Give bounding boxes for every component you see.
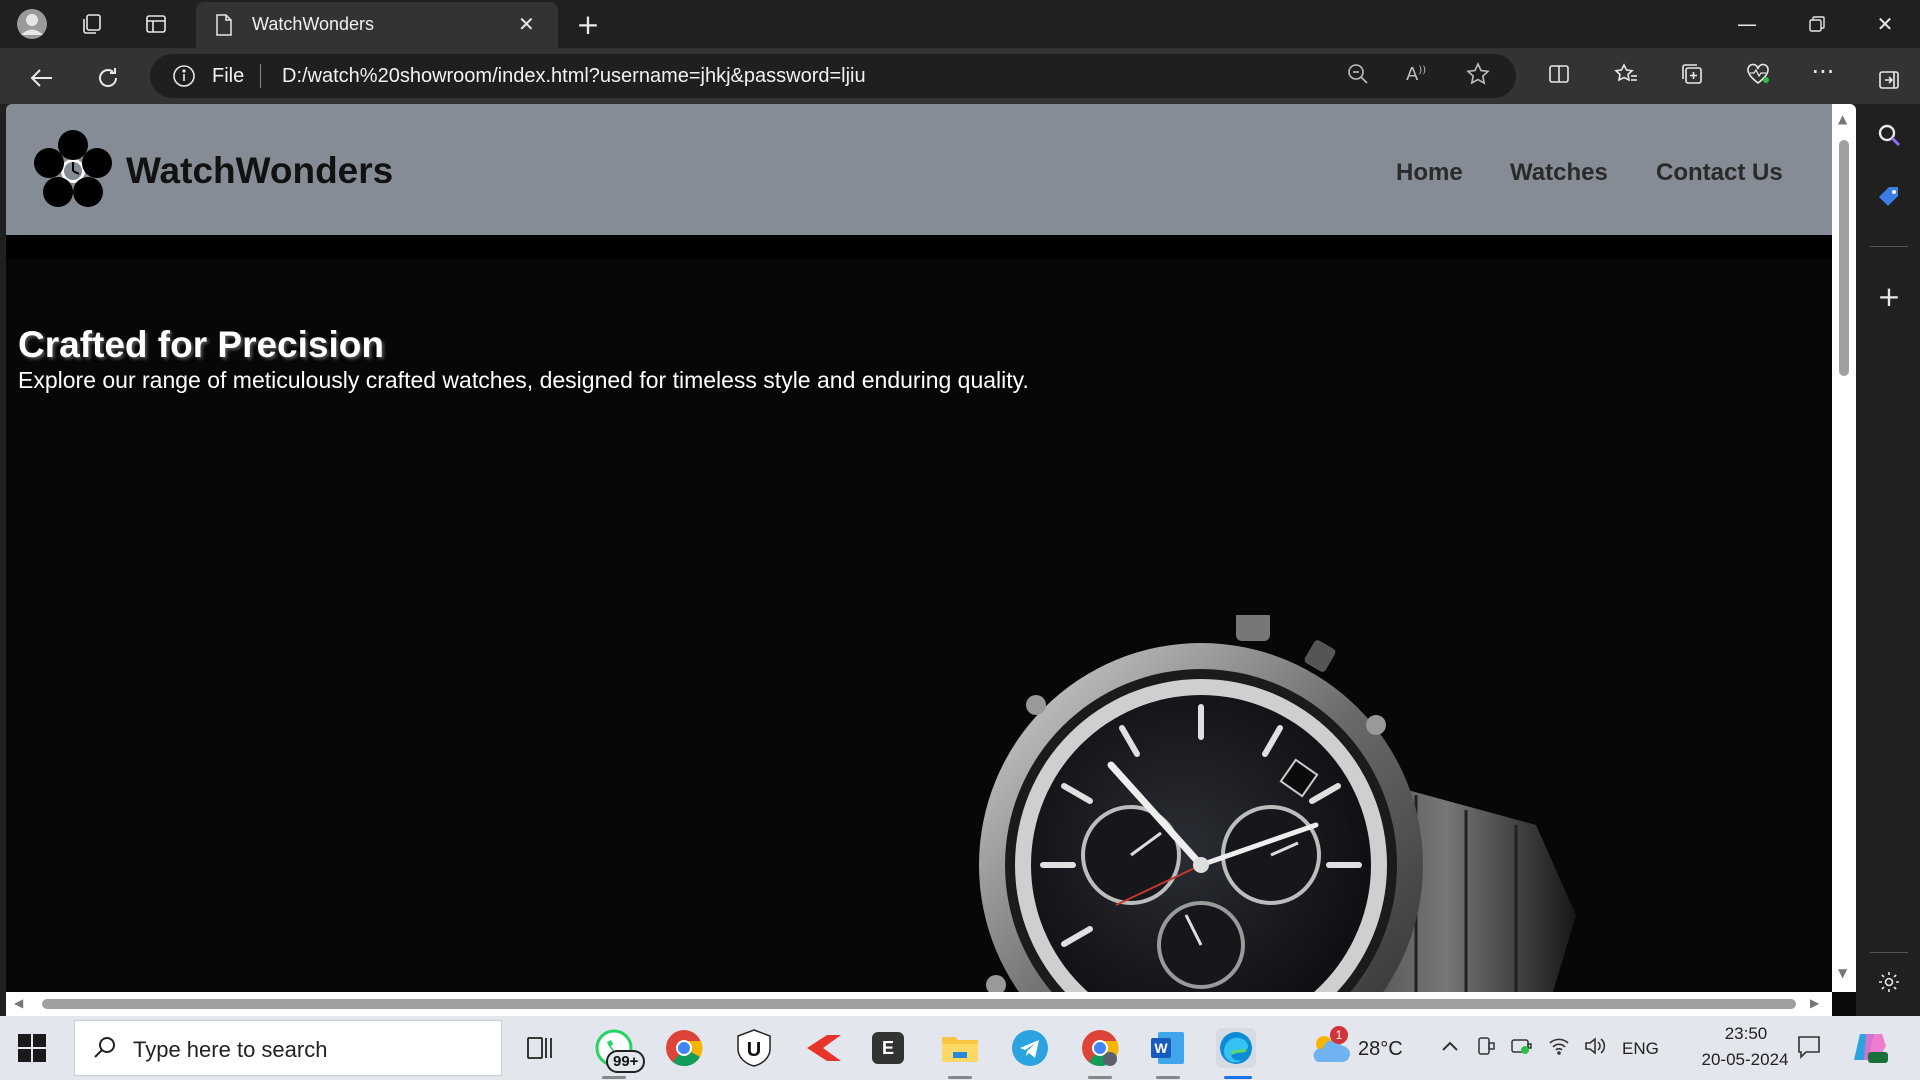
wifi-icon[interactable] (1548, 1036, 1570, 1061)
back-arrow-icon[interactable] (24, 60, 60, 96)
browser-tab-active[interactable]: WatchWonders ✕ (196, 2, 558, 48)
edge-sidebar: + (1856, 71, 1920, 1016)
horizontal-scrollbar[interactable]: ◀ ▶ (6, 992, 1832, 1016)
omnibox-divider (260, 64, 261, 88)
more-options-icon[interactable]: ··· (1808, 58, 1838, 86)
brand-logo-icon[interactable] (30, 128, 116, 214)
chevron-up-icon[interactable] (1440, 1036, 1460, 1061)
task-view-icon[interactable] (520, 1028, 560, 1068)
nav-home-link[interactable]: Home (1396, 159, 1463, 187)
nav-watches-link[interactable]: Watches (1510, 159, 1608, 187)
url-text[interactable]: D:/watch%20showroom/index.html?username=… (282, 65, 866, 88)
whatsapp-notification-badge: 99+ (606, 1050, 646, 1073)
split-screen-icon[interactable] (1544, 62, 1574, 92)
running-indicator (948, 1076, 972, 1079)
chrome-profile-icon[interactable] (1080, 1028, 1120, 1068)
hero-subtitle: Explore our range of meticulously crafte… (18, 367, 1029, 393)
minimize-icon[interactable]: — (1712, 0, 1782, 48)
scheme-label: File (212, 65, 245, 87)
address-bar[interactable]: File D:/watch%20showroom/index.html?user… (150, 54, 1516, 98)
running-indicator (1088, 1076, 1112, 1079)
notifications-icon[interactable] (1796, 1034, 1822, 1065)
volume-icon[interactable] (1584, 1036, 1606, 1061)
search-placeholder: Type here to search (133, 1037, 328, 1062)
running-indicator (602, 1076, 626, 1079)
klack-app-icon[interactable] (804, 1028, 844, 1068)
word-icon[interactable]: W (1148, 1028, 1188, 1068)
add-sidebar-app-icon[interactable]: + (1874, 280, 1904, 313)
battery-charging-icon[interactable] (1510, 1036, 1534, 1061)
active-app-indicator (1224, 1076, 1252, 1079)
meet-now-icon[interactable] (1476, 1036, 1496, 1061)
workspaces-icon[interactable] (76, 8, 108, 40)
ublock-icon[interactable]: U (734, 1028, 774, 1068)
read-aloud-icon[interactable]: A)) (1406, 64, 1426, 85)
brand-name[interactable]: WatchWonders (126, 150, 393, 192)
refresh-icon[interactable] (90, 60, 126, 96)
favorites-icon[interactable] (1611, 62, 1641, 92)
restore-icon[interactable] (1782, 0, 1852, 48)
sidebar-divider (1870, 246, 1908, 247)
search-sidebar-icon[interactable] (1874, 122, 1904, 154)
tab-title: WatchWonders (252, 14, 375, 34)
close-window-icon[interactable]: ✕ (1850, 0, 1920, 48)
chrome-icon[interactable] (664, 1028, 704, 1068)
scroll-up-arrow-icon[interactable]: ▲ (1838, 112, 1847, 126)
svg-text:U: U (747, 1039, 761, 1061)
hero-section: Crafted for Precision Explore our range … (6, 235, 1832, 1015)
running-indicator (1156, 1076, 1180, 1079)
file-explorer-icon[interactable] (940, 1028, 980, 1068)
sidebar-divider-bottom (1870, 952, 1908, 953)
scroll-right-arrow-icon[interactable]: ▶ (1810, 996, 1819, 1010)
hero-title: Crafted for Precision (18, 324, 384, 365)
new-tab-icon[interactable]: + (572, 8, 604, 41)
browser-title-bar: WatchWonders ✕ + — ✕ (0, 0, 1920, 48)
scroll-down-arrow-icon[interactable]: ▼ (1838, 966, 1847, 980)
tab-close-icon[interactable]: ✕ (518, 12, 535, 36)
epic-games-icon[interactable]: E (872, 1032, 904, 1064)
site-info-icon[interactable] (172, 64, 196, 93)
clock-time[interactable]: 23:50 (1698, 1024, 1794, 1044)
taskbar-search-box[interactable]: Type here to search (74, 1020, 502, 1076)
windows-taskbar: Type here to search 99+ U E W 1 28°C ENG… (0, 1016, 1920, 1080)
profile-avatar-icon[interactable] (16, 8, 48, 40)
page-icon (214, 14, 234, 40)
sidebar-settings-gear-icon[interactable] (1874, 970, 1904, 1000)
language-indicator[interactable]: ENG (1622, 1039, 1659, 1059)
search-icon (93, 1035, 117, 1065)
temperature-text[interactable]: 28°C (1358, 1038, 1403, 1061)
svg-text:W: W (1154, 1040, 1168, 1056)
telegram-icon[interactable] (1010, 1028, 1050, 1068)
weather-alert-badge: 1 (1330, 1026, 1348, 1044)
favorite-star-icon[interactable] (1466, 62, 1490, 92)
copilot-icon[interactable] (1852, 1030, 1888, 1069)
shopping-tag-icon[interactable] (1874, 184, 1904, 216)
horizontal-scroll-thumb[interactable] (42, 999, 1796, 1009)
site-header: WatchWonders Home Watches Contact Us (6, 104, 1832, 235)
browser-essentials-icon[interactable] (1743, 62, 1773, 92)
edge-icon[interactable] (1216, 1028, 1256, 1068)
zoom-out-icon[interactable] (1346, 62, 1370, 92)
vertical-scrollbar[interactable]: ▲ ▼ (1832, 104, 1856, 992)
browser-toolbar: File D:/watch%20showroom/index.html?user… (0, 48, 1920, 104)
vertical-tabs-icon[interactable] (140, 8, 172, 40)
hero-watch-image (979, 615, 1576, 1015)
scroll-left-arrow-icon[interactable]: ◀ (14, 996, 23, 1010)
page-viewport: WatchWonders Home Watches Contact Us Cra… (6, 104, 1856, 1016)
collections-icon[interactable] (1677, 62, 1707, 92)
vertical-scroll-thumb[interactable] (1839, 140, 1849, 376)
hide-sidebar-icon[interactable] (1874, 68, 1904, 98)
nav-contact-us-link[interactable]: Contact Us (1656, 159, 1783, 187)
windows-start-icon[interactable] (18, 1034, 46, 1062)
